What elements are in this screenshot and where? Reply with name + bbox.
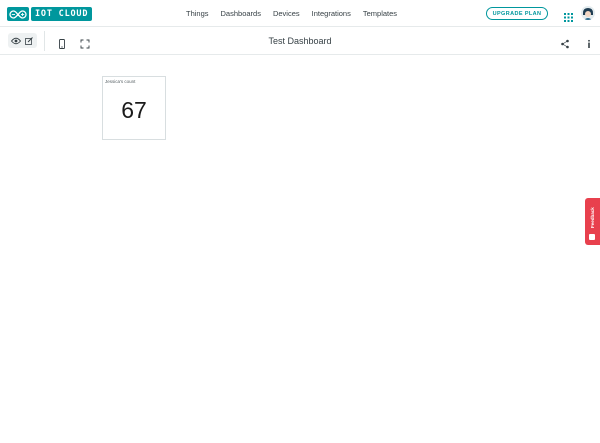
logo-text: IOT CLOUD [31, 7, 93, 21]
nav-things[interactable]: Things [186, 9, 209, 19]
top-navigation-bar: IOT CLOUD Things Dashboards Devices Inte… [0, 0, 600, 27]
user-avatar[interactable] [581, 6, 595, 20]
widget-title: Jessica's count [105, 79, 136, 84]
feedback-icon [589, 234, 595, 240]
apps-grid-icon[interactable] [564, 9, 573, 22]
upgrade-plan-button[interactable]: UPGRADE PLAN [486, 7, 548, 20]
share-icon[interactable] [560, 36, 570, 49]
nav-dashboards[interactable]: Dashboards [221, 9, 261, 19]
iot-cloud-logo[interactable]: IOT CLOUD [7, 7, 93, 21]
arduino-infinity-icon [7, 7, 29, 21]
nav-devices[interactable]: Devices [273, 9, 300, 19]
info-icon[interactable] [584, 36, 594, 48]
nav-integrations[interactable]: Integrations [312, 9, 351, 19]
dashboard-toolbar: Test Dashboard [0, 27, 600, 55]
feedback-tab[interactable]: Feedback [585, 198, 600, 245]
main-nav: Things Dashboards Devices Integrations T… [186, 9, 409, 19]
value-widget[interactable]: Jessica's count 67 [102, 76, 166, 140]
dashboard-title: Test Dashboard [268, 36, 332, 46]
widget-value: 67 [121, 97, 147, 123]
feedback-label: Feedback [590, 207, 595, 229]
nav-templates[interactable]: Templates [363, 9, 397, 19]
